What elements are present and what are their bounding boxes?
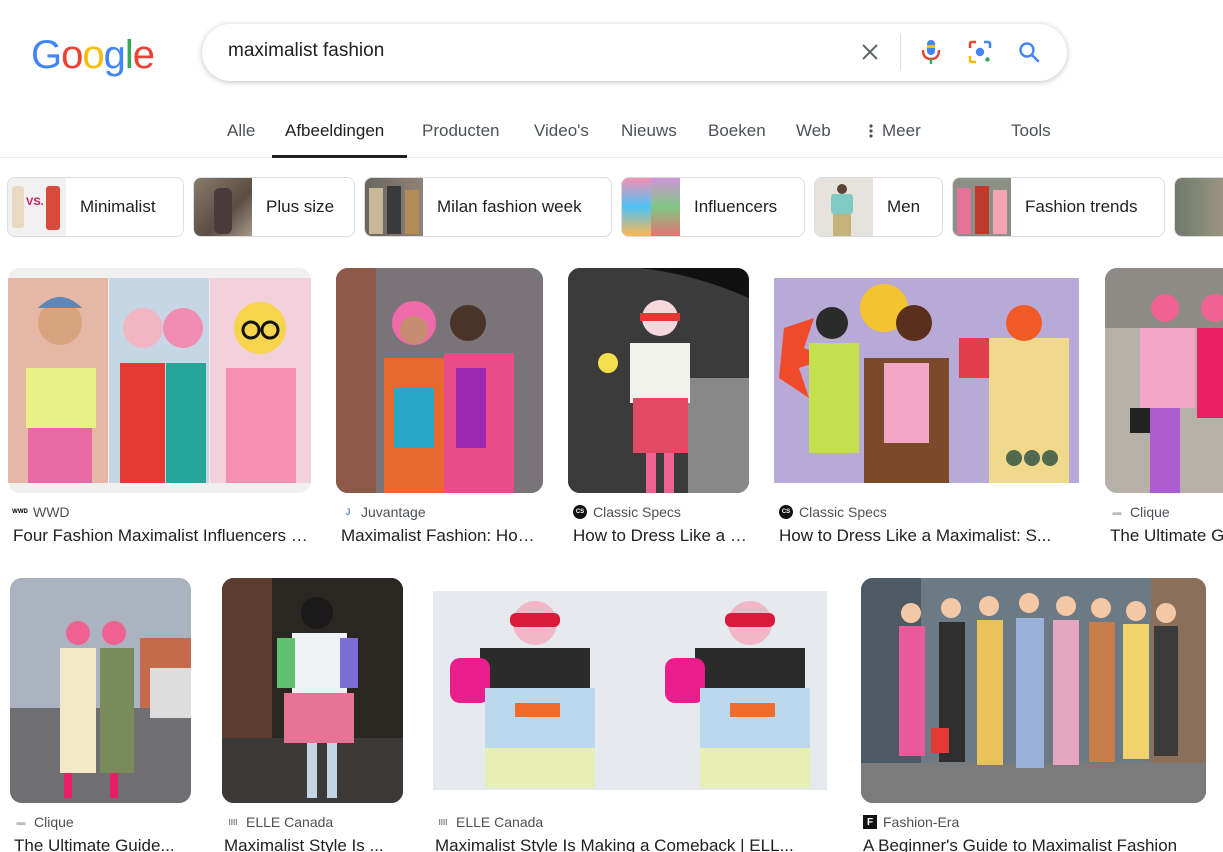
result-source: ▬ Clique bbox=[1110, 504, 1170, 520]
source-name: Clique bbox=[34, 814, 74, 830]
result-image[interactable] bbox=[222, 578, 403, 803]
search-box[interactable] bbox=[202, 24, 1067, 81]
favicon: CS bbox=[573, 505, 587, 519]
chip-fashion-trends[interactable]: Fashion trends bbox=[952, 177, 1165, 237]
search-divider bbox=[900, 34, 901, 70]
result-image[interactable] bbox=[336, 268, 543, 493]
favicon: F bbox=[863, 815, 877, 829]
chip-thumb-text: VS. bbox=[26, 196, 44, 208]
search-input[interactable] bbox=[228, 40, 828, 62]
search-tabs: Alle Afbeeldingen Producten Video's Nieu… bbox=[0, 105, 1223, 158]
result-source: WWD WWD bbox=[12, 504, 70, 520]
source-name: Juvantage bbox=[361, 504, 426, 520]
tab-more-label: Meer bbox=[882, 121, 921, 140]
tab-images[interactable]: Afbeeldingen bbox=[285, 121, 384, 141]
chip-thumbnail bbox=[953, 178, 1011, 236]
tab-all[interactable]: Alle bbox=[227, 121, 255, 141]
result-image[interactable] bbox=[430, 578, 830, 803]
source-name: ELLE Canada bbox=[246, 814, 334, 830]
more-vert-icon bbox=[869, 124, 873, 138]
active-tab-indicator bbox=[272, 155, 407, 158]
result-source: F Fashion-Era bbox=[863, 814, 959, 830]
chip-influencers[interactable]: Influencers bbox=[621, 177, 805, 237]
favicon: ▬ bbox=[1112, 507, 1122, 517]
result-title[interactable]: Maximalist Style Is ... bbox=[224, 836, 402, 852]
search-icon[interactable] bbox=[1014, 37, 1044, 67]
lens-icon[interactable] bbox=[965, 37, 995, 67]
chip-men[interactable]: Men bbox=[814, 177, 943, 237]
chip-thumbnail bbox=[815, 178, 873, 236]
result-source: J Juvantage bbox=[341, 504, 426, 520]
favicon: J bbox=[345, 507, 351, 517]
logo-letter: l bbox=[124, 33, 134, 77]
source-name: Classic Specs bbox=[799, 504, 887, 520]
microphone-icon[interactable] bbox=[916, 37, 946, 67]
tools-button[interactable]: Tools bbox=[1011, 121, 1051, 141]
result-title[interactable]: The Ultimate Guide... bbox=[14, 836, 194, 852]
tab-news[interactable]: Nieuws bbox=[621, 121, 677, 141]
chip-label: Minimalist bbox=[80, 197, 156, 216]
source-name: Classic Specs bbox=[593, 504, 681, 520]
result-title[interactable]: Maximalist Style Is Making a Comeback | … bbox=[435, 836, 829, 852]
google-logo[interactable]: Google bbox=[31, 33, 155, 78]
chip-thumbnail bbox=[365, 178, 423, 236]
chip-milan-fashion-week[interactable]: Milan fashion week bbox=[364, 177, 612, 237]
chip-label: Plus size bbox=[266, 197, 335, 216]
chip-label: Men bbox=[887, 197, 921, 216]
chip-plus-size[interactable]: Plus size bbox=[193, 177, 355, 237]
result-source: CS Classic Specs bbox=[573, 504, 681, 520]
result-image[interactable] bbox=[774, 268, 1079, 493]
chip-label: Milan fashion week bbox=[437, 197, 582, 216]
logo-letter: g bbox=[103, 33, 126, 77]
source-name: Fashion-Era bbox=[883, 814, 960, 830]
tab-more[interactable]: Meer bbox=[868, 121, 921, 141]
chip-thumbnail: VS. bbox=[8, 178, 66, 236]
favicon: WWD bbox=[12, 509, 28, 515]
source-name: Clique bbox=[1130, 504, 1170, 520]
result-source: CS Classic Specs bbox=[779, 504, 887, 520]
logo-letter: e bbox=[132, 33, 155, 77]
result-title[interactable]: A Beginner's Guide to Maximalist Fashion bbox=[863, 836, 1208, 852]
tab-videos[interactable]: Video's bbox=[534, 121, 589, 141]
tab-books[interactable]: Boeken bbox=[708, 121, 766, 141]
result-source: IIII ELLE Canada bbox=[436, 814, 544, 830]
result-source: IIII ELLE Canada bbox=[226, 814, 334, 830]
result-title[interactable]: How to Dress Like a Maximalist ... bbox=[573, 526, 748, 546]
result-title[interactable]: Four Fashion Maximalist Influencers to .… bbox=[13, 526, 311, 546]
result-image[interactable] bbox=[10, 578, 191, 803]
favicon: IIII bbox=[438, 817, 448, 827]
favicon: ▬ bbox=[16, 817, 26, 827]
logo-letter: G bbox=[31, 33, 62, 77]
favicon: IIII bbox=[228, 817, 238, 827]
favicon: CS bbox=[779, 505, 793, 519]
refinement-chips: VS. Minimalist Plus size Milan fashion w… bbox=[0, 177, 1223, 237]
close-icon[interactable] bbox=[855, 37, 885, 67]
logo-letter: o bbox=[82, 33, 104, 77]
tab-products[interactable]: Producten bbox=[422, 121, 500, 141]
chip-thumbnail bbox=[622, 178, 680, 236]
chip-minimalist[interactable]: VS. Minimalist bbox=[7, 177, 184, 237]
tab-web[interactable]: Web bbox=[796, 121, 831, 141]
chip-label: Influencers bbox=[694, 197, 778, 216]
result-title[interactable]: The Ultimate Guide to ... bbox=[1110, 526, 1223, 546]
logo-letter: o bbox=[61, 33, 83, 77]
chip-thumbnail bbox=[1175, 178, 1223, 236]
result-image[interactable] bbox=[861, 578, 1206, 803]
source-name: WWD bbox=[33, 504, 70, 520]
result-source: ▬ Clique bbox=[14, 814, 74, 830]
chip-next[interactable] bbox=[1174, 177, 1223, 237]
result-title[interactable]: How to Dress Like a Maximalist: S... bbox=[779, 526, 1077, 546]
result-title[interactable]: Maximalist Fashion: How to ... bbox=[341, 526, 541, 546]
result-image[interactable] bbox=[1105, 268, 1223, 493]
chip-label: Fashion trends bbox=[1025, 197, 1138, 216]
result-image[interactable] bbox=[568, 268, 749, 493]
result-image[interactable] bbox=[8, 268, 311, 493]
source-name: ELLE Canada bbox=[456, 814, 544, 830]
chip-thumbnail bbox=[194, 178, 252, 236]
